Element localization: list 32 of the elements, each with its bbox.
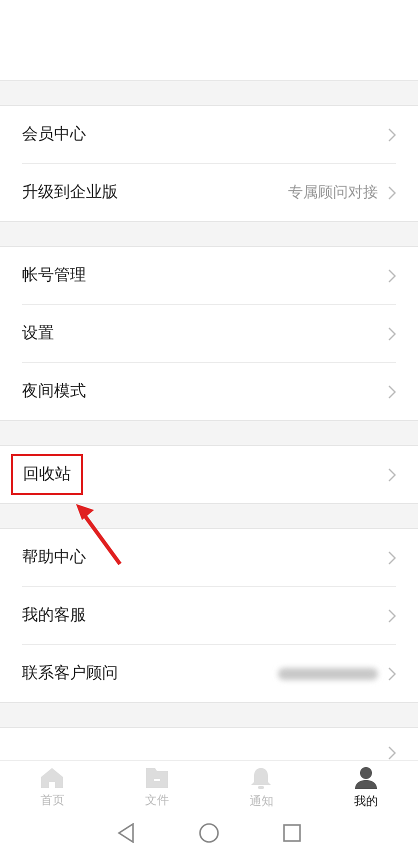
tab-label: 首页 (40, 792, 64, 808)
chevron-icon (388, 128, 396, 142)
person-icon (354, 766, 377, 788)
chevron-icon (388, 746, 396, 760)
chevron-icon (388, 326, 396, 340)
menu-item[interactable]: 回收站 (11, 454, 83, 495)
bell-icon (250, 766, 272, 788)
menu-item-value: 专属顾问对接 (288, 183, 378, 202)
chevron-icon (388, 468, 396, 482)
menu-item[interactable]: 我的客服 (22, 605, 86, 626)
folder-icon (146, 768, 168, 788)
chevron-icon (388, 666, 396, 680)
menu-item[interactable]: 升级到企业版 (22, 182, 118, 203)
menu-item[interactable]: 设置 (22, 323, 54, 344)
chevron-icon (388, 550, 396, 564)
tab-label: 通知 (249, 792, 274, 810)
home-circle-icon[interactable] (199, 823, 219, 843)
menu-item[interactable]: 夜间模式 (22, 381, 86, 402)
tab-label: 文件 (144, 792, 169, 808)
tab[interactable]: 我的 (314, 761, 418, 815)
menu-item[interactable]: 帮助中心 (22, 547, 86, 568)
menu-item[interactable]: 联系客户顾问 (22, 663, 118, 684)
menu-item[interactable]: 会员中心 (22, 124, 86, 145)
menu-item[interactable]: 帐号管理 (22, 265, 86, 286)
back-icon[interactable] (117, 823, 135, 843)
tab-label: 我的 (354, 792, 378, 810)
square-icon[interactable] (283, 824, 301, 842)
chevron-icon (388, 186, 396, 200)
chevron-icon (388, 608, 396, 622)
chevron-icon (388, 268, 396, 282)
home-icon (41, 768, 64, 788)
chevron-icon (388, 384, 396, 398)
